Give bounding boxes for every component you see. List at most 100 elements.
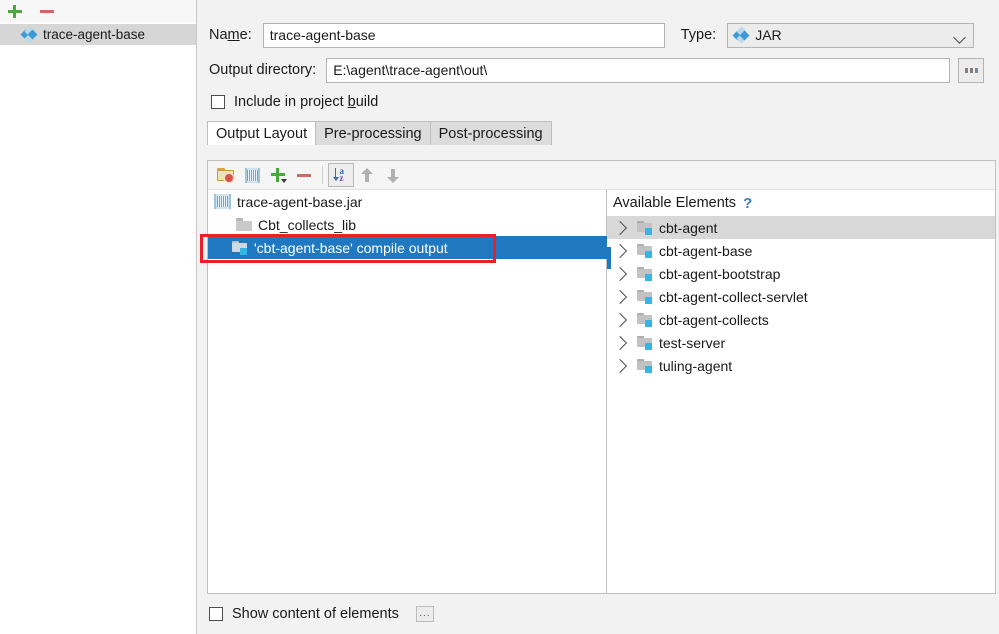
move-up-icon [360, 167, 374, 183]
tree-row-selected[interactable]: 'cbt-agent-base' compile output [208, 236, 631, 259]
list-item[interactable]: cbt-agent-collects [607, 308, 995, 331]
list-item[interactable]: cbt-agent-bootstrap [607, 262, 995, 285]
tree-row-label: trace-agent-base.jar [237, 193, 363, 210]
type-label: Type: [680, 27, 717, 43]
add-icon [270, 167, 287, 183]
remove-artifact-button[interactable] [38, 2, 56, 20]
name-type-row: Name: trace-agent-base Type: JAR [197, 20, 999, 50]
sidebar-toolbar [0, 0, 196, 22]
chevron-right-icon[interactable] [612, 220, 628, 235]
module-icon [637, 358, 653, 373]
show-content-options-button[interactable]: ... [415, 606, 434, 622]
tab-post-processing[interactable]: Post-processing [429, 121, 552, 145]
artifacts-sidebar: trace-agent-base [0, 0, 197, 634]
archive-icon [214, 194, 231, 209]
list-item-label: cbt-agent-collects [659, 311, 769, 328]
tree-row-label: Cbt_collects_lib [258, 216, 357, 233]
list-item[interactable]: cbt-agent-base [607, 239, 995, 262]
name-label: Name: [209, 27, 252, 43]
add-element-button[interactable] [265, 163, 291, 187]
move-down-button[interactable] [380, 163, 406, 187]
minus-icon [40, 10, 54, 13]
output-layout-tree: trace-agent-base.jar Cbt_collects_lib 'c… [208, 190, 631, 593]
add-artifact-button[interactable] [6, 2, 24, 20]
chevron-down-icon [953, 30, 967, 44]
list-item-label: test-server [659, 334, 726, 351]
module-icon [637, 220, 653, 235]
artifacts-list: trace-agent-base [0, 22, 196, 45]
name-input[interactable]: trace-agent-base [262, 22, 665, 48]
create-directory-icon [217, 167, 235, 183]
folder-icon [236, 218, 252, 231]
module-icon [637, 312, 653, 327]
chevron-right-icon[interactable] [612, 335, 628, 350]
editor-tabs: Output Layout Pre-processing Post-proces… [197, 120, 999, 145]
tree-row[interactable]: Cbt_collects_lib [208, 213, 606, 236]
name-input-value: trace-agent-base [269, 27, 376, 43]
output-layout-panel: az trace-agent-base.jar Cbt_collects_lib… [207, 160, 996, 594]
show-content-of-elements-label: Show content of elements [232, 606, 399, 622]
list-item-label: cbt-agent-base [659, 242, 753, 259]
list-item[interactable]: tuling-agent [607, 354, 995, 377]
available-elements-header: Available Elements ? [607, 190, 995, 216]
module-icon [637, 289, 653, 304]
list-item-label: cbt-agent [659, 219, 718, 236]
ellipsis-icon [964, 67, 978, 73]
tab-output-layout[interactable]: Output Layout [207, 121, 317, 145]
include-in-project-build-row[interactable]: Include in project build [197, 90, 999, 114]
type-value: JAR [755, 27, 782, 43]
create-archive-icon [244, 167, 260, 183]
jar-artifact-icon [732, 26, 750, 44]
available-elements-title: Available Elements [613, 195, 737, 211]
module-icon [637, 243, 653, 258]
chevron-right-icon[interactable] [612, 289, 628, 304]
chevron-right-icon[interactable] [612, 266, 628, 281]
module-icon [637, 335, 653, 350]
remove-icon [296, 167, 312, 183]
list-item[interactable]: cbt-agent [607, 216, 995, 239]
output-directory-input[interactable]: E:\agent\trace-agent\out\ [326, 57, 951, 83]
artifacts-settings-dialog: trace-agent-base Name: trace-agent-base … [0, 0, 999, 634]
output-directory-value: E:\agent\trace-agent\out\ [333, 62, 488, 78]
module-output-icon [232, 240, 248, 255]
tree-row[interactable]: trace-agent-base.jar [208, 190, 606, 213]
move-up-button[interactable] [354, 163, 380, 187]
move-down-icon [386, 168, 400, 183]
help-icon[interactable]: ? [743, 195, 752, 212]
chevron-right-icon[interactable] [612, 358, 628, 373]
layout-toolbar: az [208, 161, 995, 190]
list-item-label: cbt-agent-bootstrap [659, 265, 781, 282]
list-item-label: cbt-agent-collect-servlet [659, 288, 808, 305]
panel-body: trace-agent-base.jar Cbt_collects_lib 'c… [208, 190, 995, 593]
sort-alphabetically-button[interactable]: az [328, 163, 354, 187]
list-item[interactable]: cbt-agent-collect-servlet [607, 285, 995, 308]
available-elements-panel: Available Elements ? cbt-agent cbt-agent… [607, 190, 995, 593]
plus-icon-vertical [13, 5, 16, 18]
tree-row-label: 'cbt-agent-base' compile output [254, 239, 448, 256]
ellipsis-icon: ... [419, 608, 431, 619]
jar-artifact-icon [20, 26, 38, 43]
list-item[interactable]: test-server [607, 331, 995, 354]
type-dropdown[interactable]: JAR [727, 22, 975, 48]
chevron-right-icon[interactable] [612, 312, 628, 327]
panel-footer: Show content of elements ... [207, 606, 434, 622]
sidebar-item-label: trace-agent-base [43, 27, 146, 42]
browse-output-directory-button[interactable] [958, 57, 985, 83]
sort-alphabetically-icon: az [332, 166, 350, 183]
create-archive-button[interactable] [239, 163, 265, 187]
sidebar-item-trace-agent-base[interactable]: trace-agent-base [0, 24, 196, 45]
show-content-of-elements-checkbox[interactable] [209, 607, 223, 621]
create-directory-button[interactable] [213, 163, 239, 187]
toolbar-divider [322, 166, 323, 184]
module-icon [637, 266, 653, 281]
list-item-label: tuling-agent [659, 357, 733, 374]
output-directory-row: Output directory: E:\agent\trace-agent\o… [197, 56, 999, 84]
remove-element-button[interactable] [291, 163, 317, 187]
output-directory-label: Output directory: [209, 62, 317, 78]
chevron-right-icon[interactable] [612, 243, 628, 258]
artifact-editor: Name: trace-agent-base Type: JAR Output … [197, 0, 999, 634]
scroll-position-marker [607, 247, 611, 269]
tab-pre-processing[interactable]: Pre-processing [315, 121, 431, 145]
include-in-project-build-label: Include in project build [234, 94, 379, 110]
include-in-project-build-checkbox[interactable] [211, 95, 225, 109]
